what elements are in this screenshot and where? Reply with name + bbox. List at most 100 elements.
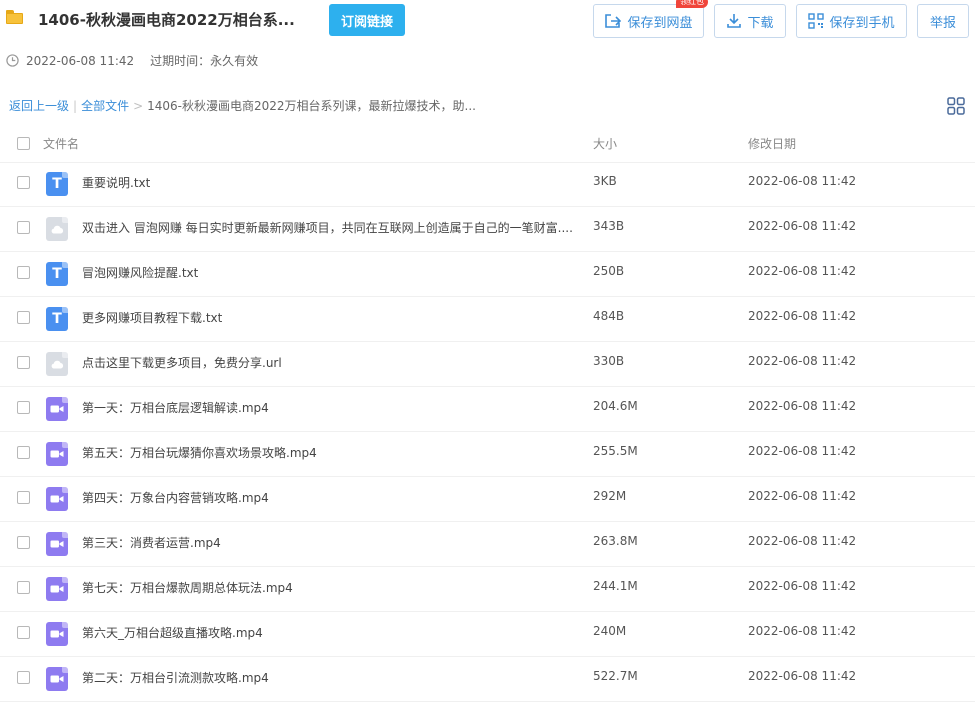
video-file-icon [46, 397, 68, 421]
file-size: 343B [593, 219, 625, 233]
file-name[interactable]: 重要说明.txt [82, 174, 150, 191]
file-list-header: 文件名 大小 修改日期 [0, 122, 975, 163]
file-date: 2022-06-08 11:42 [748, 444, 857, 458]
breadcrumb: 返回上一级 | 全部文件 > 1406-秋秋漫画电商2022万相台系列课，最新拉… [9, 97, 476, 114]
row-checkbox[interactable] [17, 266, 30, 279]
row-checkbox[interactable] [17, 176, 30, 189]
file-size: 522.7M [593, 669, 638, 683]
column-header-size[interactable]: 大小 [593, 135, 617, 152]
row-checkbox[interactable] [17, 581, 30, 594]
file-name[interactable]: 双击进入 冒泡网赚 每日实时更新最新网赚项目，共同在互联网上创造属于自己的一笔财… [82, 219, 573, 236]
file-row[interactable]: 第三天：消费者运营.mp4 263.8M 2022-06-08 11:42 [0, 521, 975, 567]
row-checkbox[interactable] [17, 221, 30, 234]
file-date: 2022-06-08 11:42 [748, 219, 857, 233]
download-button[interactable]: 下载 [714, 4, 786, 38]
share-date: 2022-06-08 11:42 [26, 53, 135, 68]
text-file-icon: T [46, 307, 68, 331]
breadcrumb-separator: > [133, 98, 144, 113]
file-row[interactable]: 第一天：万相台底层逻辑解读.mp4 204.6M 2022-06-08 11:4… [0, 386, 975, 432]
file-row[interactable]: 点击这里下载更多项目，免费分享.url 330B 2022-06-08 11:4… [0, 341, 975, 387]
download-icon [727, 14, 742, 28]
share-meta: 2022-06-08 11:42 过期时间：永久有效 [6, 52, 258, 69]
file-name[interactable]: 第四天：万象台内容营销攻略.mp4 [82, 489, 269, 506]
row-checkbox[interactable] [17, 311, 30, 324]
video-file-icon [46, 532, 68, 556]
breadcrumb-back-link[interactable]: 返回上一级 [9, 97, 69, 114]
file-size: 263.8M [593, 534, 638, 548]
video-file-icon [46, 577, 68, 601]
file-name[interactable]: 第一天：万相台底层逻辑解读.mp4 [82, 399, 269, 416]
row-checkbox[interactable] [17, 536, 30, 549]
subscribe-link-button[interactable]: 订阅链接 [329, 4, 405, 36]
file-size: 3KB [593, 174, 617, 188]
file-row[interactable]: T 重要说明.txt 3KB 2022-06-08 11:42 [0, 161, 975, 207]
link-file-icon [46, 352, 68, 376]
column-header-name[interactable]: 文件名 [43, 135, 79, 152]
file-size: 250B [593, 264, 625, 278]
link-file-icon [46, 217, 68, 241]
video-file-icon [46, 487, 68, 511]
file-date: 2022-06-08 11:42 [748, 399, 857, 413]
row-checkbox[interactable] [17, 626, 30, 639]
file-row[interactable]: 第二天：万相台引流测款攻略.mp4 522.7M 2022-06-08 11:4… [0, 656, 975, 702]
file-size: 204.6M [593, 399, 638, 413]
file-date: 2022-06-08 11:42 [748, 354, 857, 368]
file-name[interactable]: 第二天：万相台引流测款攻略.mp4 [82, 669, 269, 686]
file-name[interactable]: 点击这里下载更多项目，免费分享.url [82, 354, 282, 371]
folder-icon [6, 10, 24, 24]
save-to-phone-button[interactable]: 保存到手机 [796, 4, 907, 38]
row-checkbox[interactable] [17, 356, 30, 369]
breadcrumb-current: 1406-秋秋漫画电商2022万相台系列课，最新拉爆技术，助... [147, 99, 476, 113]
video-file-icon [46, 622, 68, 646]
grid-view-icon[interactable] [947, 97, 965, 115]
breadcrumb-divider: | [73, 98, 78, 113]
row-checkbox[interactable] [17, 446, 30, 459]
file-name[interactable]: 第五天：万相台玩爆猜你喜欢场景攻略.mp4 [82, 444, 317, 461]
file-size: 255.5M [593, 444, 638, 458]
file-size: 330B [593, 354, 625, 368]
row-checkbox[interactable] [17, 491, 30, 504]
expire-label: 过期时间：永久有效 [150, 54, 259, 68]
select-all-checkbox[interactable] [17, 137, 30, 150]
file-size: 240M [593, 624, 627, 638]
column-header-date[interactable]: 修改日期 [748, 135, 796, 152]
save-to-cloud-label: 保存到网盘 [627, 15, 693, 31]
share-title: 1406-秋秋漫画电商2022万相台系... [38, 11, 295, 29]
save-to-cloud-button[interactable]: 保存到网盘 [593, 4, 704, 38]
file-date: 2022-06-08 11:42 [748, 264, 857, 278]
file-size: 484B [593, 309, 625, 323]
file-date: 2022-06-08 11:42 [748, 174, 857, 188]
file-name[interactable]: 冒泡网赚风险提醒.txt [82, 264, 198, 281]
file-date: 2022-06-08 11:42 [748, 579, 857, 593]
file-date: 2022-06-08 11:42 [748, 489, 857, 503]
report-button[interactable]: 举报 [917, 4, 969, 38]
file-date: 2022-06-08 11:42 [748, 309, 857, 323]
file-date: 2022-06-08 11:42 [748, 534, 857, 548]
red-packet-badge[interactable]: 领红包 [676, 0, 708, 8]
file-name[interactable]: 第六天_万相台超级直播攻略.mp4 [82, 624, 263, 641]
file-name[interactable]: 第三天：消费者运营.mp4 [82, 534, 221, 551]
file-size: 292M [593, 489, 627, 503]
file-name[interactable]: 第七天：万相台爆款周期总体玩法.mp4 [82, 579, 293, 596]
file-name[interactable]: 更多网赚项目教程下载.txt [82, 309, 222, 326]
text-file-icon: T [46, 262, 68, 286]
text-file-icon: T [46, 172, 68, 196]
row-checkbox[interactable] [17, 401, 30, 414]
file-row[interactable]: 第四天：万象台内容营销攻略.mp4 292M 2022-06-08 11:42 [0, 476, 975, 522]
row-checkbox[interactable] [17, 671, 30, 684]
file-row[interactable]: 双击进入 冒泡网赚 每日实时更新最新网赚项目，共同在互联网上创造属于自己的一笔财… [0, 206, 975, 252]
clock-icon [6, 54, 19, 67]
file-row[interactable]: 第六天_万相台超级直播攻略.mp4 240M 2022-06-08 11:42 [0, 611, 975, 657]
file-date: 2022-06-08 11:42 [748, 669, 857, 683]
video-file-icon [46, 442, 68, 466]
breadcrumb-all-files-link[interactable]: 全部文件 [81, 97, 129, 114]
file-row[interactable]: 第七天：万相台爆款周期总体玩法.mp4 244.1M 2022-06-08 11… [0, 566, 975, 612]
save-to-phone-label: 保存到手机 [829, 15, 895, 31]
download-label: 下载 [747, 15, 774, 31]
file-row[interactable]: 第五天：万相台玩爆猜你喜欢场景攻略.mp4 255.5M 2022-06-08 … [0, 431, 975, 477]
file-size: 244.1M [593, 579, 638, 593]
file-row[interactable]: T 更多网赚项目教程下载.txt 484B 2022-06-08 11:42 [0, 296, 975, 342]
file-date: 2022-06-08 11:42 [748, 624, 857, 638]
file-row[interactable]: T 冒泡网赚风险提醒.txt 250B 2022-06-08 11:42 [0, 251, 975, 297]
save-to-cloud-icon [605, 14, 622, 28]
